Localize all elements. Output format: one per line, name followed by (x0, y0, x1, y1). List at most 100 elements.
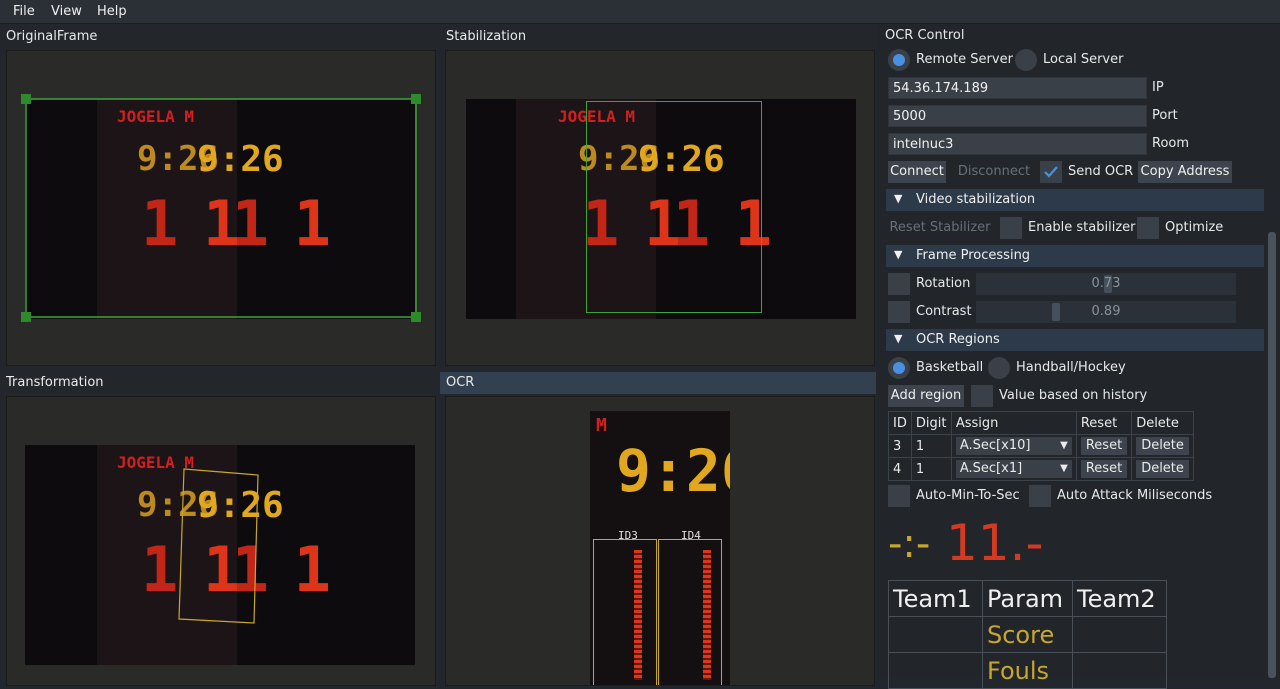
menu-view[interactable]: View (51, 4, 82, 19)
remote-server-label: Remote Server (916, 52, 1013, 67)
remote-server-radio[interactable] (888, 49, 910, 71)
stabilization-roi[interactable] (586, 101, 762, 313)
delete-button[interactable]: Delete (1136, 437, 1189, 455)
room-label: Room (1152, 136, 1190, 151)
basketball-label: Basketball (916, 360, 984, 375)
roi-rectangle[interactable] (25, 98, 417, 318)
table-header: Assign (950, 411, 1077, 435)
local-server-radio[interactable] (1015, 49, 1037, 71)
stabilization-pane: Stabilization JOGELA M 9:26 9:26 1 1 1 1 (440, 26, 876, 368)
table-header: Reset (1075, 411, 1133, 435)
connect-button[interactable]: Connect (888, 161, 946, 183)
menu-help[interactable]: Help (97, 4, 127, 19)
param-header: Param (982, 580, 1073, 617)
ocr-region-3[interactable] (593, 539, 657, 685)
table-row: Fouls (888, 652, 1167, 689)
optimize-label: Optimize (1165, 220, 1224, 235)
transform-quad[interactable] (178, 468, 259, 624)
auto-attack-checkbox[interactable] (1029, 485, 1051, 507)
frame-processing-header[interactable]: ▼ Frame Processing (886, 245, 1264, 267)
roi-handle-br[interactable] (411, 312, 421, 322)
table-header: Delete (1131, 411, 1194, 435)
dropdown-arrow-icon: ▼ (1060, 440, 1068, 451)
ocr-view[interactable]: M 9:26 ID3 ID4 (445, 396, 875, 686)
local-server-label: Local Server (1043, 52, 1124, 67)
reset-button[interactable]: Reset (1080, 460, 1128, 478)
assign-value: A.Sec[x1] (959, 461, 1023, 476)
port-field[interactable]: 5000 (888, 105, 1147, 127)
team1-header: Team1 (888, 580, 983, 617)
score-table: Team1 Param Team2 Score Fouls (888, 580, 1167, 689)
assign-value: A.Sec[x10] (959, 438, 1031, 453)
rotation-value: 0.73 (1091, 276, 1121, 291)
transformation-pane: Transformation JOGELA M 9:26 9:26 1 1 1 … (0, 372, 438, 686)
clock-readout: -:- (888, 521, 931, 567)
table-header: ID (888, 411, 912, 435)
panel-scrollbar[interactable] (1268, 232, 1276, 678)
ocr-region-4[interactable] (658, 539, 722, 685)
original-frame-pane: OriginalFrame JOGELA M 9:26 9:26 1 1 1 1 (0, 26, 438, 368)
collapse-triangle-icon: ▼ (894, 192, 903, 205)
assign-combo[interactable]: A.Sec[x1] ▼ (955, 460, 1072, 478)
transformation-view[interactable]: JOGELA M 9:26 9:26 1 1 1 1 (6, 396, 436, 686)
section-title: OCR Regions (916, 332, 1000, 347)
add-region-button[interactable]: Add region (888, 385, 964, 407)
auto-attack-label: Auto Attack Miliseconds (1057, 488, 1213, 503)
delete-button[interactable]: Delete (1136, 460, 1189, 478)
original-frame-view[interactable]: JOGELA M 9:26 9:26 1 1 1 1 (6, 50, 436, 366)
team2-fouls-cell (1072, 652, 1167, 689)
port-label: Port (1152, 108, 1178, 123)
disconnect-button[interactable]: Disconnect (954, 161, 1034, 183)
ocr-control-title: OCR Control (885, 28, 965, 43)
ocr-m-text: M (596, 415, 607, 436)
enable-stabilizer-checkbox[interactable] (1000, 217, 1022, 239)
contrast-slider[interactable]: 0.89 (976, 301, 1236, 323)
team2-score-cell (1072, 616, 1167, 653)
ocr-pane-titlebar (440, 372, 876, 394)
team2-header: Team2 (1072, 580, 1167, 617)
auto-min-to-sec-label: Auto-Min-To-Sec (916, 488, 1020, 503)
basketball-radio[interactable] (888, 357, 910, 379)
shot-readout: 11.- (946, 514, 1044, 572)
ocr-regions-header[interactable]: ▼ OCR Regions (886, 329, 1264, 351)
contrast-checkbox[interactable] (888, 301, 910, 323)
rotation-checkbox[interactable] (888, 273, 910, 295)
handball-hockey-label: Handball/Hockey (1016, 360, 1126, 375)
room-field[interactable]: intelnuc3 (888, 133, 1147, 155)
roi-handle-tr[interactable] (411, 94, 421, 104)
rotation-slider[interactable]: 0.73 (976, 273, 1236, 295)
param-score: Score (982, 616, 1073, 653)
ip-field[interactable]: 54.36.174.189 (888, 77, 1147, 99)
assign-combo[interactable]: A.Sec[x10] ▼ (955, 437, 1072, 455)
table-row: 4 1 A.Sec[x1] ▼ Reset Delete (888, 457, 1194, 481)
checkmark-icon (1044, 166, 1058, 178)
send-ocr-label: Send OCR (1068, 164, 1134, 179)
section-title: Video stabilization (916, 192, 1036, 207)
pane-title: OCR (446, 375, 475, 390)
ip-label: IP (1152, 80, 1164, 95)
menu-file[interactable]: File (13, 4, 35, 19)
copy-address-button[interactable]: Copy Address (1138, 161, 1232, 183)
team1-fouls-cell (888, 652, 983, 689)
value-history-label: Value based on history (999, 388, 1148, 403)
value-history-checkbox[interactable] (971, 385, 993, 407)
auto-min-to-sec-checkbox[interactable] (888, 485, 910, 507)
team1-score-cell (888, 616, 983, 653)
send-ocr-checkbox[interactable] (1040, 161, 1062, 183)
table-header: Digit (910, 411, 952, 435)
table-header-row: ID Digit Assign Reset Delete (888, 411, 1194, 435)
stabilization-view[interactable]: JOGELA M 9:26 9:26 1 1 1 1 (445, 50, 875, 366)
optimize-checkbox[interactable] (1137, 217, 1159, 239)
roi-handle-bl[interactable] (21, 312, 31, 322)
collapse-triangle-icon: ▼ (894, 248, 903, 261)
handball-hockey-radio[interactable] (988, 357, 1010, 379)
ocr-pane: OCR M 9:26 ID3 ID4 (440, 372, 876, 686)
roi-handle-tl[interactable] (21, 94, 31, 104)
regions-table: ID Digit Assign Reset Delete 3 1 A.Sec[x… (888, 411, 1194, 481)
table-row: 3 1 A.Sec[x10] ▼ Reset Delete (888, 434, 1194, 458)
reset-button[interactable]: Reset (1080, 437, 1128, 455)
reset-stabilizer-button[interactable]: Reset Stabilizer (888, 217, 992, 239)
video-stabilization-header[interactable]: ▼ Video stabilization (886, 189, 1264, 211)
dropdown-arrow-icon: ▼ (1060, 463, 1068, 474)
row-digit: 1 (910, 434, 952, 458)
